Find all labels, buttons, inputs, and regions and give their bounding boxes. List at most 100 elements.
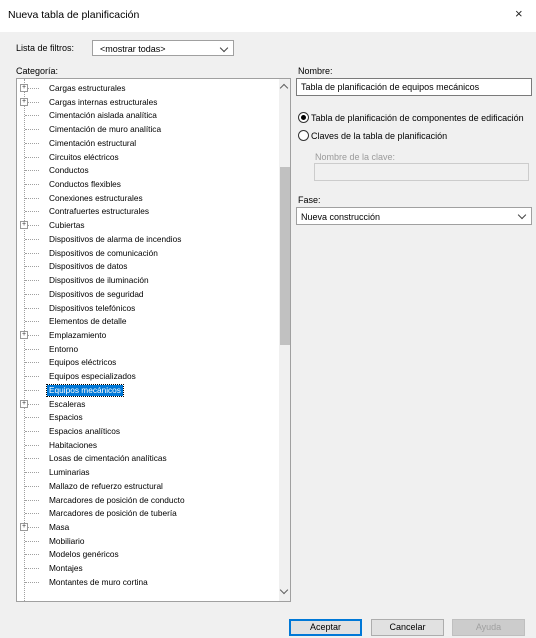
- tree-item[interactable]: Dispositivos telefónicos: [17, 302, 277, 315]
- tree-item[interactable]: Cimentación estructural: [17, 137, 277, 150]
- tree-item[interactable]: + Masa: [17, 521, 277, 534]
- tree-item[interactable]: Elementos de detalle: [17, 315, 277, 328]
- tree-connector-line: [25, 280, 39, 282]
- name-label: Nombre:: [298, 66, 333, 76]
- scroll-down-arrow-icon[interactable]: [279, 585, 289, 595]
- tree-item-label: Habitaciones: [49, 439, 97, 450]
- tree-item[interactable]: Espacios: [17, 411, 277, 424]
- tree-item[interactable]: Montajes: [17, 562, 277, 575]
- tree-item[interactable]: Equipos mecánicos: [17, 383, 277, 397]
- tree-item-label: Cargas internas estructurales: [49, 96, 158, 107]
- tree-item-label: Dispositivos telefónicos: [49, 302, 136, 313]
- filter-label: Lista de filtros:: [16, 43, 75, 53]
- tree-item-label: Conductos flexibles: [49, 179, 121, 190]
- tree-item[interactable]: Mobiliario: [17, 535, 277, 548]
- tree-item[interactable]: Marcadores de posición de conducto: [17, 494, 277, 507]
- close-icon[interactable]: ×: [515, 6, 523, 21]
- tree-item[interactable]: Dispositivos de alarma de incendios: [17, 233, 277, 246]
- tree-item[interactable]: Cimentación aislada analítica: [17, 109, 277, 122]
- tree-connector-line: [25, 472, 39, 474]
- tree-connector-line: [25, 170, 39, 172]
- scroll-up-arrow-icon[interactable]: [279, 83, 289, 93]
- window-title: Nueva tabla de planificación: [8, 9, 140, 21]
- tree-connector-line: [25, 499, 39, 501]
- chevron-down-icon: [219, 43, 229, 53]
- category-tree[interactable]: + Cargas estructurales + Cargas internas es…: [16, 78, 291, 602]
- expand-plus-icon[interactable]: +: [20, 84, 28, 92]
- tree-connector-line: [25, 458, 39, 460]
- tree-item[interactable]: Dispositivos de comunicación: [17, 247, 277, 260]
- tree-item-label: Mallazo de refuerzo estructural: [49, 480, 163, 491]
- scrollbar-thumb[interactable]: [280, 167, 290, 345]
- tree-item[interactable]: Dispositivos de datos: [17, 260, 277, 273]
- tree-connector-line: [25, 348, 39, 350]
- ok-button[interactable]: Aceptar: [289, 619, 362, 636]
- tree-connector-line: [25, 129, 39, 131]
- tree-item[interactable]: Mallazo de refuerzo estructural: [17, 480, 277, 493]
- radio-key-schedule-label[interactable]: Claves de la tabla de planificación: [311, 131, 447, 141]
- tree-connector-line: [25, 362, 39, 364]
- expand-plus-icon[interactable]: +: [20, 221, 28, 230]
- expand-plus-icon[interactable]: +: [20, 97, 28, 106]
- tree-item[interactable]: Espacios analíticos: [17, 425, 277, 438]
- tree-item[interactable]: Equipos eléctricos: [17, 356, 277, 369]
- radio-selected-dot: [301, 115, 306, 120]
- tree-item[interactable]: + Cubiertas: [17, 219, 277, 232]
- tree-item[interactable]: Conexiones estructurales: [17, 192, 277, 205]
- tree-item[interactable]: + Cargas estructurales: [17, 82, 277, 95]
- tree-connector-line: [25, 581, 39, 583]
- name-input[interactable]: Tabla de planificación de equipos mecáni…: [296, 78, 532, 96]
- name-input-value: Tabla de planificación de equipos mecáni…: [301, 82, 480, 92]
- tree-item[interactable]: Equipos especializados: [17, 370, 277, 383]
- tree-item[interactable]: Contrafuertes estructurales: [17, 205, 277, 218]
- tree-item-label: Marcadores de posición de tubería: [49, 508, 177, 519]
- tree-connector-line: [25, 540, 39, 542]
- expand-plus-icon[interactable]: +: [20, 330, 28, 339]
- tree-item[interactable]: Montantes de muro cortina: [17, 576, 277, 589]
- tree-item[interactable]: Habitaciones: [17, 439, 277, 452]
- tree-item[interactable]: + Emplazamiento: [17, 329, 277, 342]
- tree-scrollbar[interactable]: [279, 79, 290, 601]
- expand-plus-icon[interactable]: +: [20, 399, 28, 408]
- cancel-button[interactable]: Cancelar: [371, 619, 444, 636]
- tree-item[interactable]: + Cargas internas estructurales: [17, 96, 277, 109]
- tree-item-label: Equipos eléctricos: [49, 357, 117, 368]
- tree-item[interactable]: Entorno: [17, 343, 277, 356]
- tree-item[interactable]: Conductos flexibles: [17, 178, 277, 191]
- tree-connector-line: [25, 321, 39, 323]
- tree-item-label: Circuitos eléctricos: [49, 151, 119, 162]
- radio-key-schedule[interactable]: [298, 130, 309, 141]
- tree-connector-line: [25, 417, 39, 419]
- filter-dropdown-value: <mostrar todas>: [100, 44, 166, 54]
- tree-item[interactable]: Dispositivos de iluminación: [17, 274, 277, 287]
- tree-item-label: Dispositivos de datos: [49, 261, 128, 272]
- tree-connector-line: [25, 568, 39, 570]
- tree-item-label: Emplazamiento: [49, 329, 107, 340]
- tree-item[interactable]: + Escaleras: [17, 398, 277, 411]
- title-bar: Nueva tabla de planificación ×: [0, 0, 536, 32]
- tree-item-label: Dispositivos de comunicación: [49, 247, 158, 258]
- radio-building-components[interactable]: [298, 112, 309, 123]
- tree-item[interactable]: Cimentación de muro analítica: [17, 123, 277, 136]
- tree-item[interactable]: Luminarias: [17, 466, 277, 479]
- expand-plus-icon[interactable]: +: [20, 523, 28, 532]
- tree-connector-line: [25, 211, 39, 213]
- tree-item[interactable]: Losas de cimentación analíticas: [17, 452, 277, 465]
- filter-dropdown[interactable]: <mostrar todas>: [92, 40, 234, 56]
- tree-item[interactable]: Modelos genéricos: [17, 548, 277, 561]
- tree-item-label: Cimentación de muro analítica: [49, 124, 162, 135]
- tree-connector-line: [25, 485, 39, 487]
- tree-item-label: Montantes de muro cortina: [49, 576, 148, 587]
- tree-item[interactable]: Conductos: [17, 164, 277, 177]
- tree-item[interactable]: Marcadores de posición de tubería: [17, 507, 277, 520]
- tree-item-label: Cimentación aislada analítica: [49, 110, 157, 121]
- radio-building-components-label[interactable]: Tabla de planificación de componentes de…: [311, 113, 524, 123]
- phase-dropdown[interactable]: Nueva construcción: [296, 207, 532, 225]
- tree-connector-line: [25, 307, 39, 309]
- tree-item[interactable]: Circuitos eléctricos: [17, 151, 277, 164]
- tree-connector-line: [25, 389, 39, 391]
- tree-item[interactable]: Dispositivos de seguridad: [17, 288, 277, 301]
- tree-connector-line: [25, 115, 39, 117]
- tree-item-label: Dispositivos de seguridad: [49, 288, 144, 299]
- tree-connector-line: [25, 252, 39, 254]
